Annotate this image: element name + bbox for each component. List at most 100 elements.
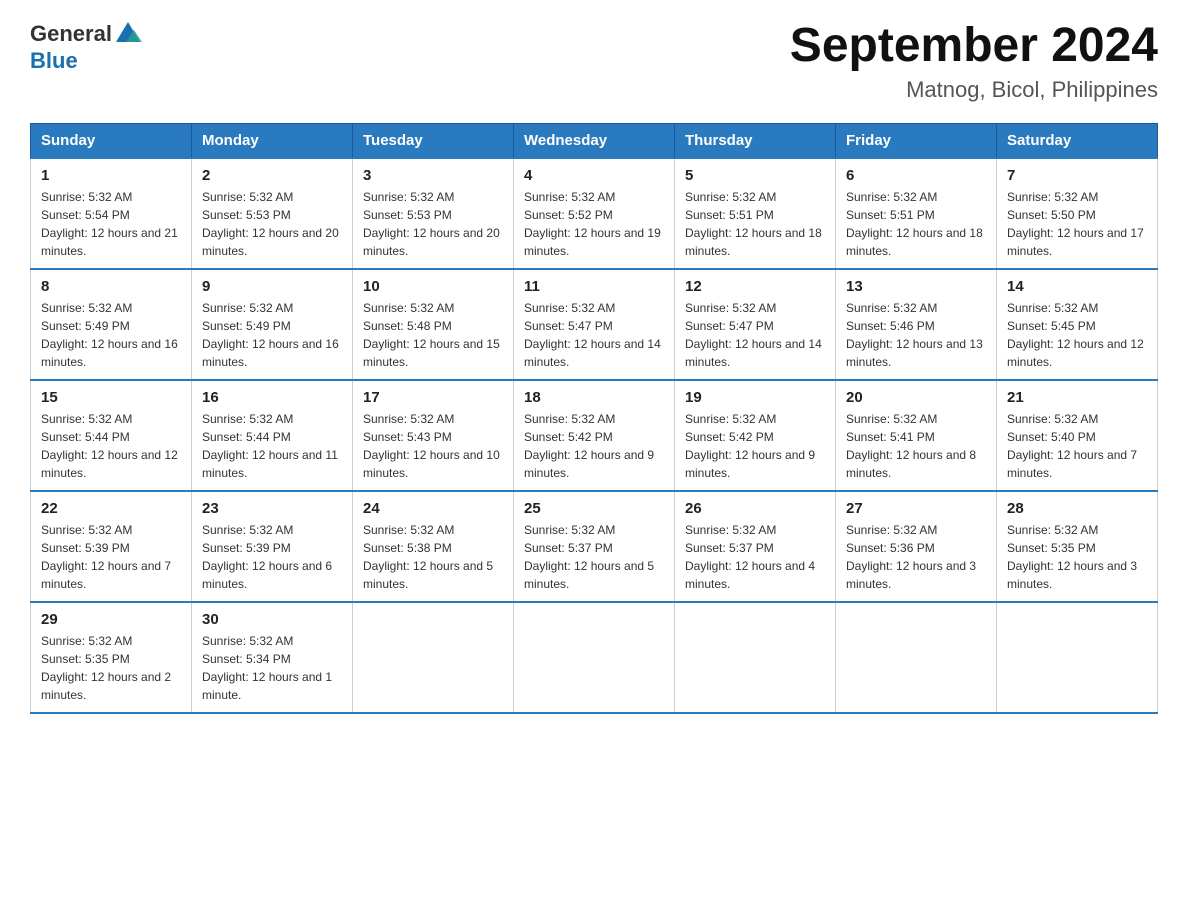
day-number: 28 bbox=[1007, 500, 1147, 517]
day-number: 30 bbox=[202, 611, 342, 628]
day-number: 6 bbox=[846, 167, 986, 184]
calendar-day-cell: 3 Sunrise: 5:32 AMSunset: 5:53 PMDayligh… bbox=[353, 158, 514, 269]
day-info: Sunrise: 5:32 AMSunset: 5:37 PMDaylight:… bbox=[685, 523, 815, 591]
day-info: Sunrise: 5:32 AMSunset: 5:52 PMDaylight:… bbox=[524, 190, 661, 258]
calendar-day-cell: 21 Sunrise: 5:32 AMSunset: 5:40 PMDaylig… bbox=[997, 380, 1158, 491]
logo-blue-text: Blue bbox=[30, 48, 78, 74]
day-info: Sunrise: 5:32 AMSunset: 5:42 PMDaylight:… bbox=[685, 412, 815, 480]
day-info: Sunrise: 5:32 AMSunset: 5:38 PMDaylight:… bbox=[363, 523, 493, 591]
calendar-day-header: Wednesday bbox=[514, 123, 675, 158]
day-info: Sunrise: 5:32 AMSunset: 5:34 PMDaylight:… bbox=[202, 634, 332, 702]
day-number: 2 bbox=[202, 167, 342, 184]
calendar-day-cell: 5 Sunrise: 5:32 AMSunset: 5:51 PMDayligh… bbox=[675, 158, 836, 269]
day-info: Sunrise: 5:32 AMSunset: 5:51 PMDaylight:… bbox=[685, 190, 822, 258]
calendar-day-cell: 2 Sunrise: 5:32 AMSunset: 5:53 PMDayligh… bbox=[192, 158, 353, 269]
calendar-day-cell bbox=[353, 602, 514, 713]
calendar-day-cell: 8 Sunrise: 5:32 AMSunset: 5:49 PMDayligh… bbox=[31, 269, 192, 380]
calendar-day-cell bbox=[997, 602, 1158, 713]
day-number: 11 bbox=[524, 278, 664, 295]
calendar-day-cell: 20 Sunrise: 5:32 AMSunset: 5:41 PMDaylig… bbox=[836, 380, 997, 491]
calendar-day-cell: 11 Sunrise: 5:32 AMSunset: 5:47 PMDaylig… bbox=[514, 269, 675, 380]
day-number: 24 bbox=[363, 500, 503, 517]
day-info: Sunrise: 5:32 AMSunset: 5:44 PMDaylight:… bbox=[41, 412, 178, 480]
calendar-day-cell: 7 Sunrise: 5:32 AMSunset: 5:50 PMDayligh… bbox=[997, 158, 1158, 269]
logo-icon bbox=[114, 20, 142, 48]
day-number: 22 bbox=[41, 500, 181, 517]
day-info: Sunrise: 5:32 AMSunset: 5:35 PMDaylight:… bbox=[1007, 523, 1137, 591]
day-number: 4 bbox=[524, 167, 664, 184]
calendar-day-cell: 18 Sunrise: 5:32 AMSunset: 5:42 PMDaylig… bbox=[514, 380, 675, 491]
day-info: Sunrise: 5:32 AMSunset: 5:46 PMDaylight:… bbox=[846, 301, 983, 369]
day-info: Sunrise: 5:32 AMSunset: 5:40 PMDaylight:… bbox=[1007, 412, 1137, 480]
day-info: Sunrise: 5:32 AMSunset: 5:47 PMDaylight:… bbox=[685, 301, 822, 369]
calendar-day-header: Monday bbox=[192, 123, 353, 158]
calendar-header-row: SundayMondayTuesdayWednesdayThursdayFrid… bbox=[31, 123, 1158, 158]
calendar-day-cell: 13 Sunrise: 5:32 AMSunset: 5:46 PMDaylig… bbox=[836, 269, 997, 380]
month-title: September 2024 bbox=[790, 20, 1158, 73]
calendar-day-header: Tuesday bbox=[353, 123, 514, 158]
calendar-day-cell bbox=[514, 602, 675, 713]
day-number: 12 bbox=[685, 278, 825, 295]
day-number: 18 bbox=[524, 389, 664, 406]
calendar-day-cell: 25 Sunrise: 5:32 AMSunset: 5:37 PMDaylig… bbox=[514, 491, 675, 602]
day-number: 16 bbox=[202, 389, 342, 406]
day-number: 19 bbox=[685, 389, 825, 406]
day-info: Sunrise: 5:32 AMSunset: 5:49 PMDaylight:… bbox=[202, 301, 339, 369]
calendar-day-cell: 4 Sunrise: 5:32 AMSunset: 5:52 PMDayligh… bbox=[514, 158, 675, 269]
day-number: 10 bbox=[363, 278, 503, 295]
calendar-week-row: 15 Sunrise: 5:32 AMSunset: 5:44 PMDaylig… bbox=[31, 380, 1158, 491]
calendar-day-cell: 6 Sunrise: 5:32 AMSunset: 5:51 PMDayligh… bbox=[836, 158, 997, 269]
calendar-day-cell: 10 Sunrise: 5:32 AMSunset: 5:48 PMDaylig… bbox=[353, 269, 514, 380]
day-info: Sunrise: 5:32 AMSunset: 5:39 PMDaylight:… bbox=[41, 523, 171, 591]
day-info: Sunrise: 5:32 AMSunset: 5:36 PMDaylight:… bbox=[846, 523, 976, 591]
day-number: 21 bbox=[1007, 389, 1147, 406]
calendar-day-cell: 16 Sunrise: 5:32 AMSunset: 5:44 PMDaylig… bbox=[192, 380, 353, 491]
calendar-day-cell: 9 Sunrise: 5:32 AMSunset: 5:49 PMDayligh… bbox=[192, 269, 353, 380]
calendar-day-cell: 27 Sunrise: 5:32 AMSunset: 5:36 PMDaylig… bbox=[836, 491, 997, 602]
day-number: 7 bbox=[1007, 167, 1147, 184]
day-info: Sunrise: 5:32 AMSunset: 5:48 PMDaylight:… bbox=[363, 301, 500, 369]
calendar-day-cell bbox=[836, 602, 997, 713]
calendar-day-header: Thursday bbox=[675, 123, 836, 158]
day-info: Sunrise: 5:32 AMSunset: 5:35 PMDaylight:… bbox=[41, 634, 171, 702]
calendar-day-cell: 14 Sunrise: 5:32 AMSunset: 5:45 PMDaylig… bbox=[997, 269, 1158, 380]
calendar-day-cell bbox=[675, 602, 836, 713]
calendar-table: SundayMondayTuesdayWednesdayThursdayFrid… bbox=[30, 123, 1158, 714]
calendar-day-cell: 19 Sunrise: 5:32 AMSunset: 5:42 PMDaylig… bbox=[675, 380, 836, 491]
calendar-day-header: Friday bbox=[836, 123, 997, 158]
day-number: 17 bbox=[363, 389, 503, 406]
day-info: Sunrise: 5:32 AMSunset: 5:45 PMDaylight:… bbox=[1007, 301, 1144, 369]
day-info: Sunrise: 5:32 AMSunset: 5:47 PMDaylight:… bbox=[524, 301, 661, 369]
day-number: 15 bbox=[41, 389, 181, 406]
calendar-day-cell: 12 Sunrise: 5:32 AMSunset: 5:47 PMDaylig… bbox=[675, 269, 836, 380]
day-info: Sunrise: 5:32 AMSunset: 5:43 PMDaylight:… bbox=[363, 412, 500, 480]
calendar-week-row: 29 Sunrise: 5:32 AMSunset: 5:35 PMDaylig… bbox=[31, 602, 1158, 713]
day-number: 20 bbox=[846, 389, 986, 406]
calendar-day-cell: 22 Sunrise: 5:32 AMSunset: 5:39 PMDaylig… bbox=[31, 491, 192, 602]
calendar-day-cell: 28 Sunrise: 5:32 AMSunset: 5:35 PMDaylig… bbox=[997, 491, 1158, 602]
calendar-day-cell: 29 Sunrise: 5:32 AMSunset: 5:35 PMDaylig… bbox=[31, 602, 192, 713]
calendar-week-row: 22 Sunrise: 5:32 AMSunset: 5:39 PMDaylig… bbox=[31, 491, 1158, 602]
calendar-week-row: 8 Sunrise: 5:32 AMSunset: 5:49 PMDayligh… bbox=[31, 269, 1158, 380]
day-number: 9 bbox=[202, 278, 342, 295]
title-area: September 2024 Matnog, Bicol, Philippine… bbox=[790, 20, 1158, 103]
day-number: 13 bbox=[846, 278, 986, 295]
calendar-day-cell: 15 Sunrise: 5:32 AMSunset: 5:44 PMDaylig… bbox=[31, 380, 192, 491]
day-info: Sunrise: 5:32 AMSunset: 5:49 PMDaylight:… bbox=[41, 301, 178, 369]
day-number: 1 bbox=[41, 167, 181, 184]
logo: General Blue bbox=[30, 20, 142, 74]
calendar-day-cell: 30 Sunrise: 5:32 AMSunset: 5:34 PMDaylig… bbox=[192, 602, 353, 713]
day-info: Sunrise: 5:32 AMSunset: 5:41 PMDaylight:… bbox=[846, 412, 976, 480]
day-info: Sunrise: 5:32 AMSunset: 5:50 PMDaylight:… bbox=[1007, 190, 1144, 258]
day-number: 14 bbox=[1007, 278, 1147, 295]
day-info: Sunrise: 5:32 AMSunset: 5:37 PMDaylight:… bbox=[524, 523, 654, 591]
day-number: 5 bbox=[685, 167, 825, 184]
logo-general-text: General bbox=[30, 21, 112, 47]
day-number: 23 bbox=[202, 500, 342, 517]
day-number: 29 bbox=[41, 611, 181, 628]
calendar-day-cell: 26 Sunrise: 5:32 AMSunset: 5:37 PMDaylig… bbox=[675, 491, 836, 602]
day-info: Sunrise: 5:32 AMSunset: 5:53 PMDaylight:… bbox=[363, 190, 500, 258]
day-info: Sunrise: 5:32 AMSunset: 5:39 PMDaylight:… bbox=[202, 523, 332, 591]
day-info: Sunrise: 5:32 AMSunset: 5:42 PMDaylight:… bbox=[524, 412, 654, 480]
location-title: Matnog, Bicol, Philippines bbox=[790, 77, 1158, 103]
